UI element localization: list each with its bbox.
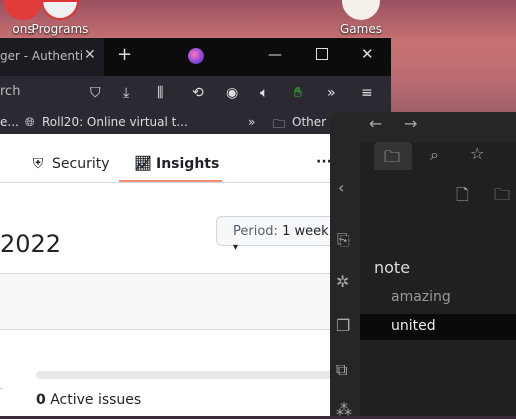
desktop-icon-label: Games bbox=[340, 22, 382, 36]
workspace-icon[interactable]: ⁂ bbox=[336, 400, 352, 419]
file-amazing[interactable]: amazing bbox=[360, 286, 516, 312]
tab-insights[interactable]: 📈︎ Insights bbox=[134, 156, 219, 172]
address-bar[interactable]: rch bbox=[0, 84, 20, 99]
file-explorer: 🗀︎ ⌕ ☆ 🗋︎ 🗀︎ note amazing united bbox=[360, 142, 516, 416]
issues-progress-bar bbox=[36, 371, 336, 379]
hand-extension-icon[interactable]: ✋︎ bbox=[294, 85, 302, 101]
active-issues-count: 0 bbox=[36, 392, 46, 408]
back-arrow-icon[interactable]: ← bbox=[369, 114, 382, 133]
menu-icon[interactable]: ≡ bbox=[361, 85, 373, 101]
period-select[interactable]: Period: 1 week ▾ bbox=[216, 216, 336, 253]
period-label: Period: bbox=[233, 224, 278, 239]
collapse-sidebar-icon[interactable]: ‹ bbox=[338, 178, 344, 197]
page-heading: 2022 bbox=[0, 230, 62, 258]
window-close-icon[interactable]: ✕ bbox=[361, 45, 374, 63]
profile-avatar[interactable] bbox=[188, 48, 204, 64]
folder-icon: 🗀︎ bbox=[273, 117, 286, 131]
minimize-icon[interactable]: — bbox=[268, 47, 282, 63]
desktop-icon-games[interactable]: Games bbox=[326, 0, 396, 36]
tab-security[interactable]: ⛨ Security bbox=[30, 156, 110, 172]
slides-icon[interactable]: ⧉ bbox=[336, 360, 347, 380]
caret-down-icon: ▾ bbox=[233, 242, 239, 253]
history-icon[interactable]: ⟲ bbox=[192, 85, 204, 101]
folder-note[interactable]: note bbox=[374, 258, 410, 277]
obsidian-header: ← → bbox=[330, 112, 516, 142]
browser-tab[interactable]: ger - Authentica ✕ bbox=[0, 38, 104, 76]
new-folder-icon[interactable]: 🗀︎ bbox=[494, 184, 510, 211]
bookmark-roll20[interactable]: Roll20: Online virtual t... bbox=[42, 115, 188, 129]
extension-icon[interactable]: ◉ bbox=[226, 85, 238, 101]
new-note-icon[interactable]: 🗋︎ bbox=[456, 184, 469, 211]
tab-close-icon[interactable]: ✕ bbox=[84, 47, 96, 63]
pocket-icon[interactable]: ⛉ bbox=[90, 85, 101, 101]
programs-icon bbox=[41, 0, 79, 20]
active-issues-label: Active issues bbox=[50, 392, 142, 408]
forward-arrow-icon[interactable]: → bbox=[404, 114, 417, 133]
open-quick-switcher-icon[interactable]: ⎘ bbox=[337, 230, 350, 250]
desktop-icon-programs[interactable]: Programs bbox=[25, 0, 95, 36]
active-issues: 0 Active issues bbox=[36, 392, 141, 408]
globe-icon: 🌐︎ bbox=[25, 115, 35, 129]
desktop-icon-label: Programs bbox=[31, 22, 89, 36]
navigation-toolbar: rch ⛉ ⤓ ⫼ ⟲ ◉ 🔈︎ ✋︎ » ≡ bbox=[0, 76, 391, 112]
search-icon[interactable]: ⌕ bbox=[430, 145, 439, 165]
tab-title: ger - Authentica bbox=[0, 49, 82, 63]
bookmark-item[interactable]: e... bbox=[0, 115, 19, 129]
maximize-icon[interactable] bbox=[316, 48, 328, 60]
tab-label: Security bbox=[52, 156, 110, 172]
title-bar: ger - Authentica ✕ + — ✕ bbox=[0, 38, 391, 76]
library-icon[interactable]: ⫼ bbox=[157, 85, 163, 101]
file-united[interactable]: united bbox=[360, 314, 516, 340]
obsidian-window: ← → ‹ ⎘ ✲ ❐ ⧉ ⁂ 🗀︎ ⌕ ☆ 🗋︎ 🗀︎ note amazin… bbox=[330, 112, 516, 419]
graph-icon: 📈︎ bbox=[134, 156, 152, 172]
audio-icon[interactable]: 🔈︎ bbox=[260, 85, 268, 101]
files-tab[interactable]: 🗀︎ bbox=[374, 142, 412, 170]
left-ribbon: ‹ ⎘ ✲ ❐ ⧉ ⁂ bbox=[330, 142, 360, 419]
period-value: 1 week bbox=[282, 224, 329, 239]
star-icon[interactable]: ☆ bbox=[470, 144, 484, 163]
bookmarks-overflow-icon[interactable]: » bbox=[248, 115, 255, 129]
divider bbox=[0, 388, 3, 389]
graph-view-icon[interactable]: ✲ bbox=[336, 272, 349, 291]
games-icon bbox=[342, 0, 380, 20]
tab-label: Insights bbox=[156, 156, 220, 172]
shield-icon: ⛨ bbox=[32, 156, 44, 172]
folder-icon: 🗀︎ bbox=[384, 147, 401, 166]
templates-icon[interactable]: ❐ bbox=[336, 316, 350, 335]
new-tab-button[interactable]: + bbox=[117, 44, 132, 65]
downloads-icon[interactable]: ⤓ bbox=[123, 85, 129, 101]
overflow-icon[interactable]: » bbox=[327, 85, 336, 101]
